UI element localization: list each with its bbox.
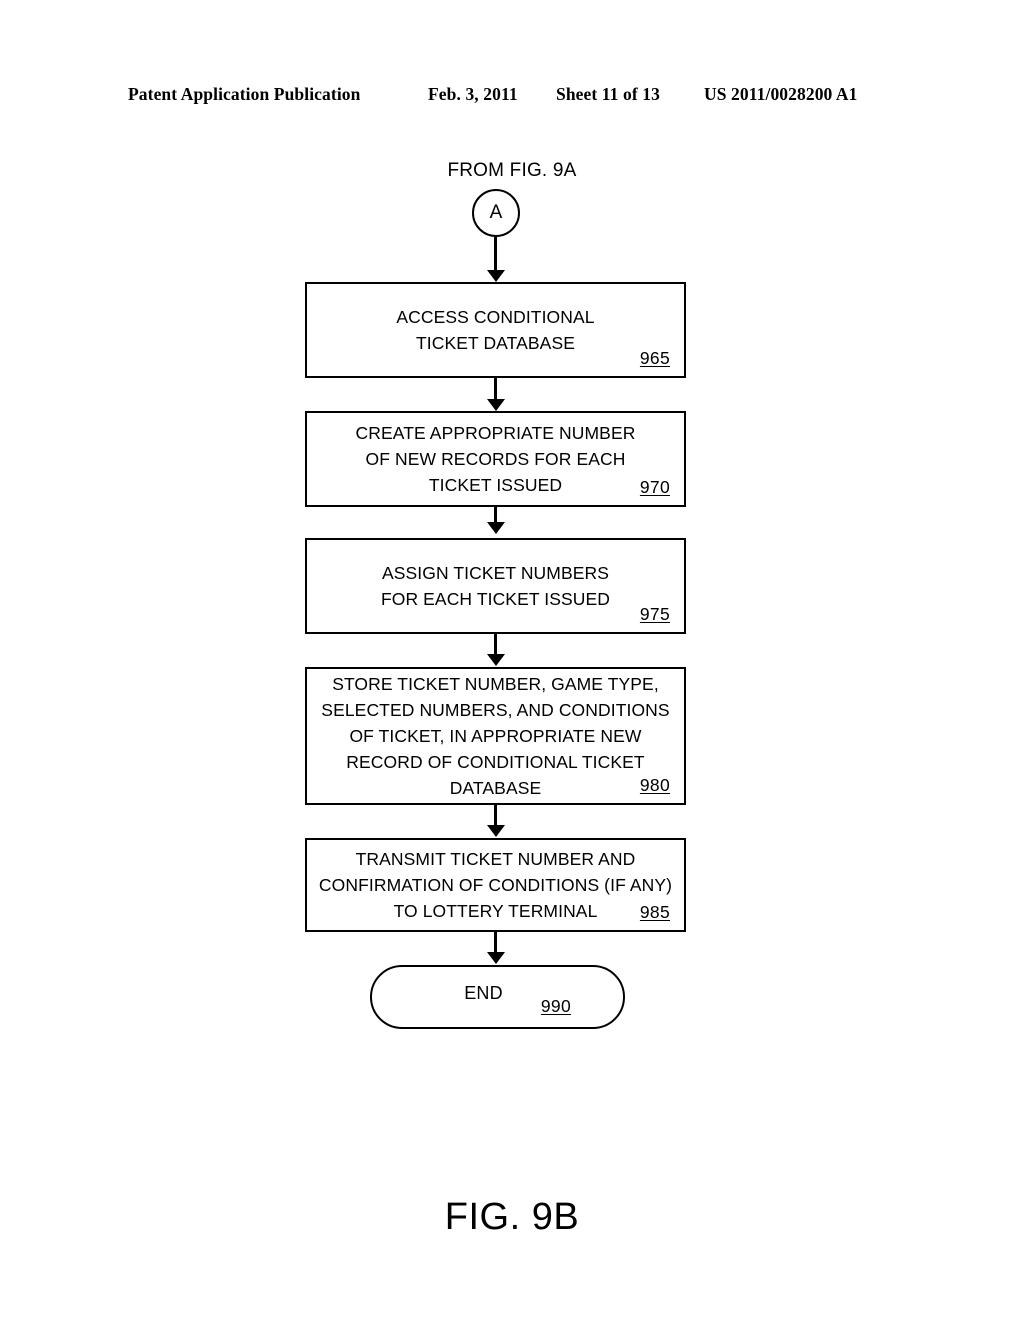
flow-step-965-text: ACCESS CONDITIONAL TICKET DATABASE — [396, 307, 595, 353]
flow-terminator-end-text: END — [464, 982, 503, 1003]
flow-step-975-ref: 975 — [639, 604, 670, 624]
flow-step-975: ASSIGN TICKET NUMBERS FOR EACH TICKET IS… — [305, 538, 686, 634]
flowchart-diagram: FROM FIG. 9A A ACCESS CONDITIONAL TICKET… — [0, 0, 1024, 1320]
flow-step-980-ref: 980 — [639, 775, 670, 795]
from-figure-label: FROM FIG. 9A — [447, 160, 577, 181]
flow-step-975-text: ASSIGN TICKET NUMBERS FOR EACH TICKET IS… — [380, 563, 611, 609]
flow-step-985-ref: 985 — [639, 902, 670, 922]
flow-terminator-end: END 990 — [370, 965, 625, 1029]
flow-step-980: STORE TICKET NUMBER, GAME TYPE, SELECTED… — [305, 667, 686, 805]
flow-step-970-ref: 970 — [639, 477, 670, 497]
figure-caption: FIG. 9B — [444, 1196, 580, 1238]
arrow-step-985-to-end — [486, 932, 505, 964]
flow-step-965-ref: 965 — [639, 348, 670, 368]
arrow-step-965-to-step-970 — [486, 378, 505, 411]
flow-step-965: ACCESS CONDITIONAL TICKET DATABASE 965 — [305, 282, 686, 378]
flow-step-970-text: CREATE APPROPRIATE NUMBER OF NEW RECORDS… — [355, 423, 636, 495]
arrow-step-975-to-step-980 — [486, 634, 505, 666]
flow-step-985: TRANSMIT TICKET NUMBER AND CONFIRMATION … — [305, 838, 686, 932]
connector-label: A — [489, 202, 503, 223]
flow-terminator-end-ref: 990 — [540, 996, 571, 1016]
flow-step-985-text: TRANSMIT TICKET NUMBER AND CONFIRMATION … — [318, 849, 673, 921]
arrow-step-970-to-step-975 — [486, 507, 505, 534]
off-page-connector-a: A — [472, 189, 520, 237]
flow-step-970: CREATE APPROPRIATE NUMBER OF NEW RECORDS… — [305, 411, 686, 507]
flow-step-980-text: STORE TICKET NUMBER, GAME TYPE, SELECTED… — [321, 674, 670, 798]
arrow-connector-to-step-965 — [486, 237, 505, 282]
arrow-step-980-to-step-985 — [486, 805, 505, 837]
